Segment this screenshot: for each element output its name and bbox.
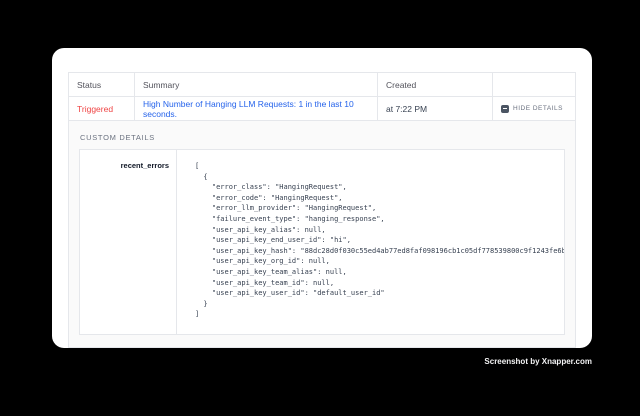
actions-cell: HIDE DETAILS [492, 97, 575, 120]
hide-details-button[interactable]: HIDE DETAILS [501, 105, 563, 113]
expanded-details-section: CUSTOM DETAILS recent_errors [ { "error_… [69, 121, 575, 347]
table-header-row: Status Summary Created [69, 73, 575, 97]
status-badge: Triggered [77, 104, 113, 114]
column-header-actions [492, 73, 575, 96]
custom-details-panel: recent_errors [ { "error_class": "Hangin… [79, 149, 565, 335]
watermark-text: Screenshot by Xnapper.com [484, 357, 592, 366]
column-header-created: Created [377, 73, 492, 96]
recent-errors-json: [ { "error_class": "HangingRequest", "er… [195, 161, 548, 320]
alerts-card: Status Summary Created Triggered High Nu… [52, 48, 592, 348]
hide-details-label: HIDE DETAILS [513, 105, 563, 112]
alerts-table: Status Summary Created Triggered High Nu… [68, 72, 576, 348]
created-timestamp: at 7:22 PM [386, 104, 427, 114]
created-cell: at 7:22 PM [377, 97, 492, 120]
collapse-minus-icon [501, 105, 509, 113]
column-header-summary: Summary [134, 73, 377, 96]
column-header-status: Status [69, 73, 134, 96]
details-field-name: recent_errors [121, 161, 169, 170]
custom-details-heading: CUSTOM DETAILS [80, 133, 565, 142]
details-value-column: [ { "error_class": "HangingRequest", "er… [177, 150, 564, 334]
status-cell: Triggered [69, 97, 134, 120]
alert-summary-link[interactable]: High Number of Hanging LLM Requests: 1 i… [143, 99, 377, 119]
table-row: Triggered High Number of Hanging LLM Req… [69, 97, 575, 121]
details-key-column: recent_errors [80, 150, 177, 334]
summary-cell: High Number of Hanging LLM Requests: 1 i… [134, 97, 377, 120]
